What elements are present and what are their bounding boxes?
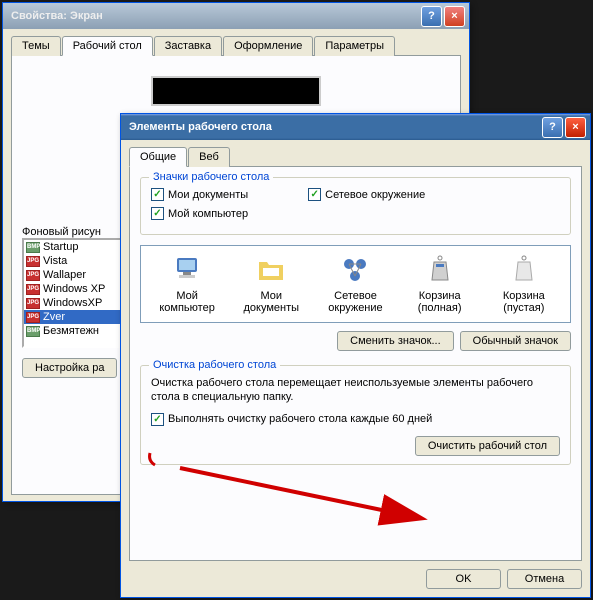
checkbox-label: Сетевое окружение: [325, 189, 425, 201]
icon-label: Сетевое окружение: [318, 290, 393, 314]
titlebar[interactable]: Свойства: Экран ? ×: [3, 3, 469, 29]
tab-web[interactable]: Веб: [188, 147, 230, 167]
icon-label: Корзина (полная): [402, 290, 477, 314]
checkbox-mycomputer[interactable]: ✓ Мой компьютер: [151, 207, 248, 220]
check-icon: ✓: [151, 207, 164, 220]
icon-label: Мой компьютер: [150, 290, 225, 314]
jpg-file-icon: JPG: [26, 312, 40, 323]
desktop-items-window: Элементы рабочего стола ? × Общие Веб Зн…: [120, 113, 591, 598]
cancel-button[interactable]: Отмена: [507, 569, 582, 589]
help-icon[interactable]: ?: [542, 117, 563, 138]
window-title: Элементы рабочего стола: [125, 121, 540, 133]
file-name: Startup: [43, 241, 78, 253]
checkbox-label: Мой компьютер: [168, 208, 248, 220]
icon-item[interactable]: Мои документы: [234, 254, 309, 314]
checkbox-network[interactable]: ✓ Сетевое окружение: [308, 188, 425, 201]
file-name: Wallaper: [43, 269, 86, 281]
desktop-icon: [508, 254, 540, 286]
tab-appearance[interactable]: Оформление: [223, 36, 313, 56]
tabs: Темы Рабочий стол Заставка Оформление Па…: [11, 36, 461, 56]
customize-desktop-button[interactable]: Настройка ра: [22, 358, 117, 378]
desktop-icon: [339, 254, 371, 286]
jpg-file-icon: JPG: [26, 298, 40, 309]
icon-item[interactable]: Корзина (полная): [402, 254, 477, 314]
file-name: Безмятежн: [43, 325, 99, 337]
check-icon: ✓: [151, 413, 164, 426]
checkbox-mydocs[interactable]: ✓ Мои документы: [151, 188, 248, 201]
window-title: Свойства: Экран: [7, 10, 419, 22]
tab-settings[interactable]: Параметры: [314, 36, 395, 56]
checkbox-label: Мои документы: [168, 189, 248, 201]
jpg-file-icon: JPG: [26, 270, 40, 281]
file-name: Windows XP: [43, 283, 105, 295]
close-icon[interactable]: ×: [444, 6, 465, 27]
group-label: Очистка рабочего стола: [149, 359, 280, 371]
desktop-icon: [424, 254, 456, 286]
change-icon-button[interactable]: Сменить значок...: [337, 331, 454, 351]
help-icon[interactable]: ?: [421, 6, 442, 27]
file-name: Vista: [43, 255, 67, 267]
clean-desktop-button[interactable]: Очистить рабочий стол: [415, 436, 560, 456]
desktop-icon: [255, 254, 287, 286]
jpg-file-icon: JPG: [26, 284, 40, 295]
icon-preview-list[interactable]: Мой компьютер Мои документы Сетевое окруже…: [140, 245, 571, 323]
close-icon[interactable]: ×: [565, 117, 586, 138]
ok-button[interactable]: OK: [426, 569, 501, 589]
cleanup-description: Очистка рабочего стола перемещает неиспо…: [151, 376, 560, 405]
tab-themes[interactable]: Темы: [11, 36, 61, 56]
default-icon-button[interactable]: Обычный значок: [460, 331, 571, 351]
checkbox-cleanup-60days[interactable]: ✓ Выполнять очистку рабочего стола кажды…: [151, 413, 560, 426]
icon-label: Корзина (пустая): [486, 290, 561, 314]
desktop-icons-group: Значки рабочего стола ✓ Мои документы ✓ …: [140, 177, 571, 235]
desktop-icon: [171, 254, 203, 286]
desktop-cleanup-group: Очистка рабочего стола Очистка рабочего …: [140, 365, 571, 465]
bmp-file-icon: BMP: [26, 326, 40, 337]
icon-item[interactable]: Сетевое окружение: [318, 254, 393, 314]
tab-general[interactable]: Общие: [129, 147, 187, 167]
icon-item[interactable]: Мой компьютер: [150, 254, 225, 314]
bmp-file-icon: BMP: [26, 242, 40, 253]
check-icon: ✓: [308, 188, 321, 201]
jpg-file-icon: JPG: [26, 256, 40, 267]
icon-label: Мои документы: [234, 290, 309, 314]
titlebar[interactable]: Элементы рабочего стола ? ×: [121, 114, 590, 140]
group-label: Значки рабочего стола: [149, 171, 273, 183]
tab-desktop[interactable]: Рабочий стол: [62, 36, 153, 56]
monitor-preview: [151, 76, 321, 106]
checkbox-label: Выполнять очистку рабочего стола каждые …: [168, 413, 432, 425]
icon-item[interactable]: Корзина (пустая): [486, 254, 561, 314]
check-icon: ✓: [151, 188, 164, 201]
file-name: Zver: [43, 311, 65, 323]
file-name: WindowsXP: [43, 297, 102, 309]
tab-screensaver[interactable]: Заставка: [154, 36, 222, 56]
